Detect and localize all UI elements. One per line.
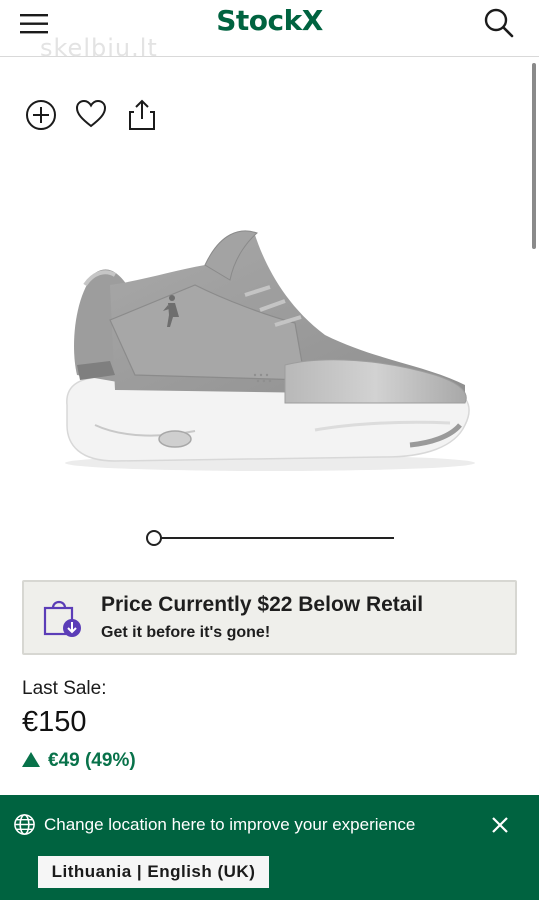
location-banner-text: Change location here to improve your exp… <box>44 815 416 834</box>
heart-icon[interactable] <box>74 97 110 133</box>
slider-track[interactable] <box>154 537 394 539</box>
stockx-logo[interactable]: StockX <box>0 4 539 37</box>
price-change: €49 (49%) <box>22 750 136 772</box>
product-image[interactable] <box>55 225 485 475</box>
location-banner: Change location here to improve your exp… <box>0 795 539 900</box>
shopping-bag-download-icon <box>40 596 84 640</box>
globe-icon <box>13 813 36 836</box>
promo-title: Price Currently $22 Below Retail <box>101 593 424 616</box>
share-icon[interactable] <box>124 97 160 133</box>
last-sale-price: €150 <box>22 706 87 738</box>
price-change-value: €49 (49%) <box>48 750 136 771</box>
up-arrow-icon <box>22 752 40 767</box>
slider-knob[interactable] <box>146 530 162 546</box>
price-promo-banner: Price Currently $22 Below Retail Get it … <box>22 580 517 655</box>
add-to-portfolio-icon[interactable] <box>24 97 60 133</box>
promo-subtitle: Get it before it's gone! <box>101 624 271 641</box>
locale-select-button[interactable]: Lithuania | English (UK) <box>38 856 269 888</box>
image-gallery-slider[interactable] <box>146 530 394 546</box>
top-nav: StockX <box>0 0 539 57</box>
close-icon[interactable] <box>489 814 511 836</box>
last-sale-label: Last Sale: <box>22 678 107 699</box>
search-icon[interactable] <box>483 7 515 39</box>
scrollbar[interactable] <box>532 63 536 249</box>
